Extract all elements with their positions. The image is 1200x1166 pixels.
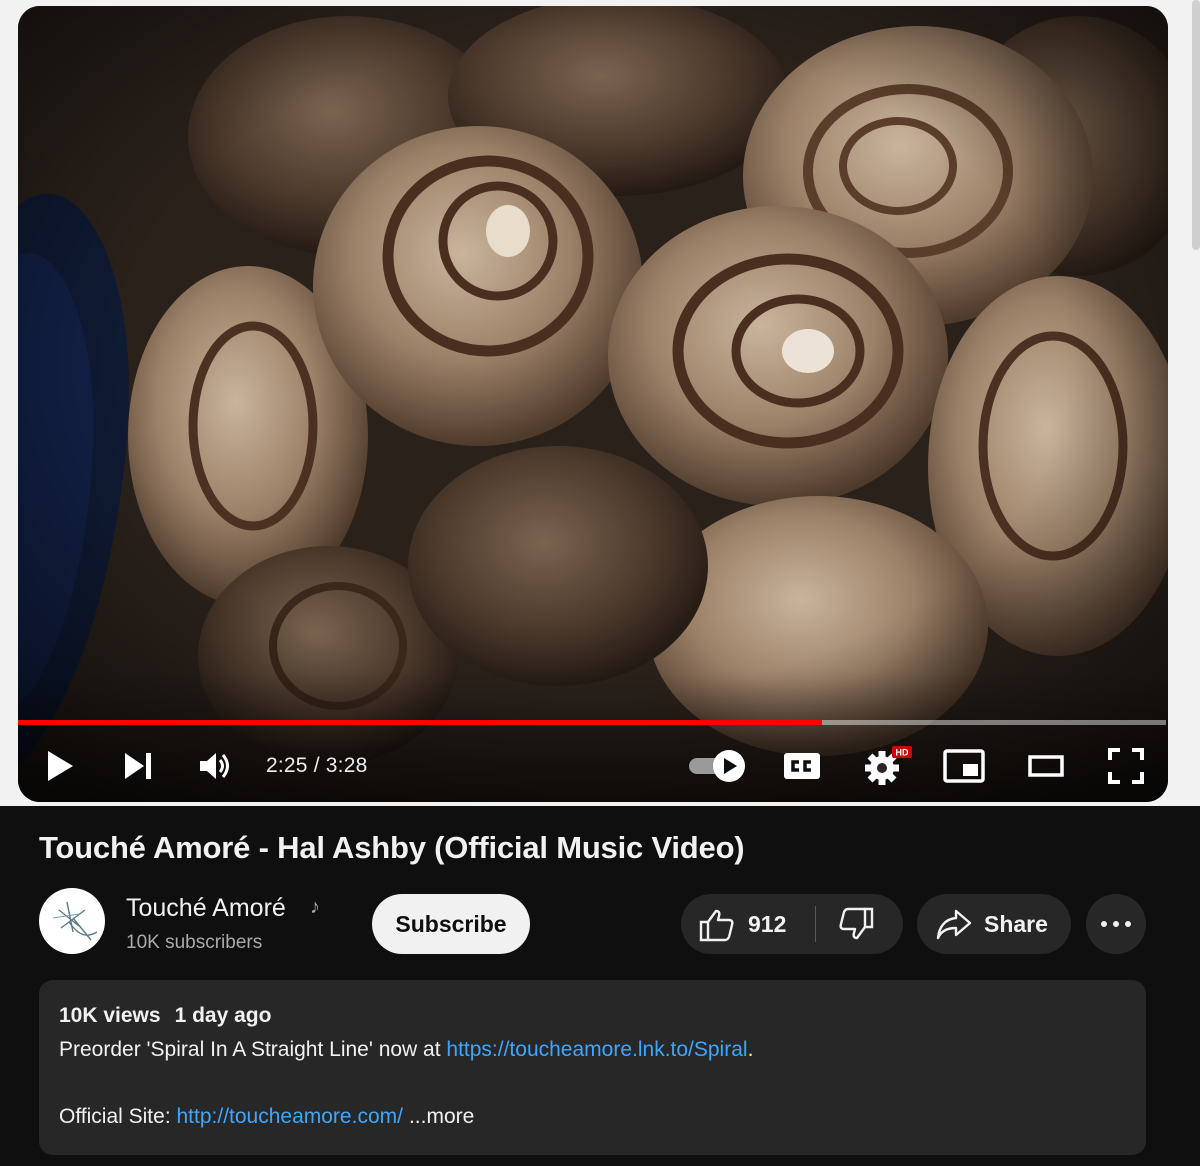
description-meta: 10K views 1 day ago — [59, 1004, 285, 1028]
view-count: 10K views — [59, 1004, 161, 1027]
video-player[interactable]: 2:25 / 3:28 HD — [18, 6, 1168, 802]
description-text-1: Preorder 'Spiral In A Straight Line' now… — [59, 1038, 447, 1061]
channel-name[interactable]: Touché Amoré — [126, 894, 286, 923]
next-button[interactable] — [116, 744, 160, 788]
cc-icon — [784, 753, 820, 779]
volume-button[interactable] — [194, 744, 238, 788]
fullscreen-button[interactable] — [1104, 744, 1148, 788]
subscribe-button[interactable]: Subscribe — [372, 894, 530, 954]
theater-mode-button[interactable] — [1024, 744, 1068, 788]
time-display: 2:25 / 3:28 — [266, 754, 368, 777]
controls-gradient — [18, 672, 1168, 802]
share-label: Share — [984, 911, 1048, 937]
preorder-link[interactable]: https://toucheamore.lnk.to/Spiral — [446, 1038, 747, 1061]
music-note-icon: ♪ — [310, 896, 320, 918]
miniplayer-icon — [943, 749, 985, 783]
next-icon — [125, 753, 151, 779]
like-dislike-group: 912 — [681, 894, 903, 954]
description-text-2: Official Site: — [59, 1105, 177, 1128]
thumbs-down-icon — [839, 907, 874, 940]
theater-icon — [1028, 755, 1064, 777]
settings-button[interactable]: HD — [860, 744, 914, 788]
official-site-link[interactable]: http://toucheamore.com/ — [177, 1105, 403, 1128]
youtube-watch-page: 2:25 / 3:28 HD Touché Amoré - Hal Ashby … — [0, 0, 1200, 1166]
more-actions-button[interactable] — [1086, 894, 1146, 954]
settings-icon: HD — [865, 746, 912, 785]
channel-logo-icon — [52, 901, 98, 941]
progress-bar-played — [18, 720, 822, 725]
more-horizontal-icon — [1101, 921, 1131, 927]
like-button[interactable]: 912 — [681, 894, 815, 954]
subscriber-count: 10K subscribers — [126, 932, 263, 953]
play-button[interactable] — [38, 744, 82, 788]
autoplay-toggle[interactable] — [686, 744, 748, 788]
channel-avatar[interactable] — [39, 888, 105, 954]
play-icon — [48, 751, 73, 781]
progress-bar[interactable] — [18, 720, 1166, 725]
share-button[interactable]: Share — [917, 894, 1071, 954]
scrollbar[interactable] — [1192, 0, 1200, 250]
description-line-2: Official Site: http://toucheamore.com/..… — [59, 1105, 474, 1129]
hd-badge: HD — [896, 748, 909, 758]
video-title: Touché Amoré - Hal Ashby (Official Music… — [39, 830, 745, 865]
captions-button[interactable] — [780, 744, 824, 788]
miniplayer-button[interactable] — [942, 744, 986, 788]
fullscreen-icon — [1108, 748, 1144, 784]
autoplay-toggle-icon — [689, 750, 745, 782]
description-more-button[interactable]: ...more — [409, 1105, 474, 1128]
dislike-button[interactable] — [816, 894, 903, 954]
description-box[interactable]: 10K views 1 day ago Preorder 'Spiral In A… — [39, 980, 1146, 1155]
like-count: 912 — [748, 911, 787, 937]
share-icon — [936, 909, 972, 940]
thumbs-up-icon — [699, 909, 734, 942]
upload-age: 1 day ago — [174, 1004, 272, 1027]
description-period: . — [747, 1038, 754, 1061]
volume-icon — [200, 753, 229, 779]
description-line-1: Preorder 'Spiral In A Straight Line' now… — [59, 1038, 753, 1062]
